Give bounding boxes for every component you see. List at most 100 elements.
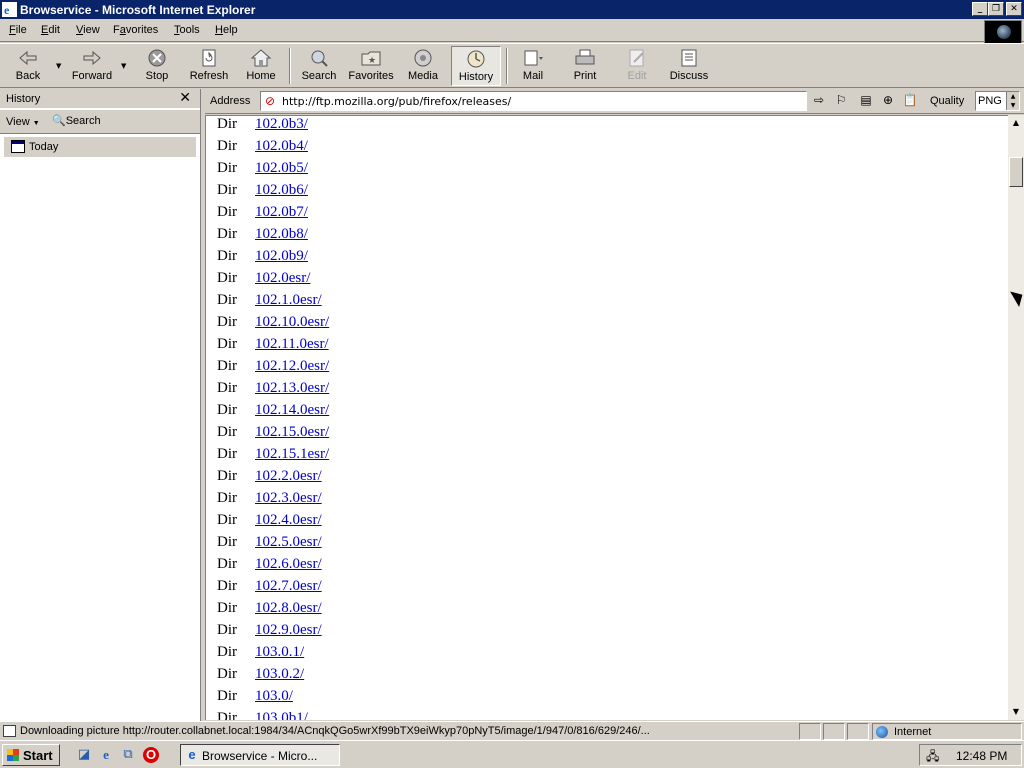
dir-link[interactable]: 102.11.0esr/ (255, 336, 329, 353)
dir-link[interactable]: 102.9.0esr/ (255, 622, 322, 639)
clipboard-icon[interactable]: 📋 (902, 93, 918, 109)
internet-globe-icon (876, 726, 888, 738)
favorites-button[interactable]: ★ Favorites (346, 46, 396, 86)
dir-link[interactable]: 102.13.0esr/ (255, 380, 329, 397)
scroll-up-icon[interactable]: ▲ (1008, 115, 1024, 131)
dir-link[interactable]: 102.4.0esr/ (255, 512, 322, 529)
dir-link[interactable]: 102.6.0esr/ (255, 556, 322, 573)
back-button[interactable]: Back (8, 46, 48, 86)
dir-link[interactable]: 102.0b5/ (255, 160, 308, 177)
menu-view[interactable]: View (76, 24, 100, 36)
dir-link[interactable]: 103.0b1/ (255, 710, 308, 720)
menu-favorites[interactable]: Favorites (113, 24, 158, 36)
dir-link[interactable]: 102.0esr/ (255, 270, 310, 287)
mail-label: Mail (522, 70, 544, 82)
page-content: Dir 102.0b3/ Dir 102.0b4/ Dir 102.0b5/ Dir 1… (205, 115, 1008, 720)
search-button[interactable]: Search (299, 46, 339, 86)
quality-spinner-icon[interactable]: ▲ ▼ (1006, 92, 1019, 110)
menu-file[interactable]: File (9, 24, 27, 36)
dir-link[interactable]: 102.0b8/ (255, 226, 308, 243)
media-button[interactable]: Media (405, 46, 441, 86)
show-desktop-icon[interactable]: ◪ (76, 747, 92, 763)
entry-type: Dir (217, 292, 237, 308)
dir-link[interactable]: 102.0b7/ (255, 204, 308, 221)
start-button[interactable]: Start (2, 744, 60, 766)
forward-button[interactable]: Forward (68, 46, 116, 86)
taskbar-item-browservice[interactable]: e Browservice - Micro... (180, 744, 340, 766)
menu-help[interactable]: Help (215, 24, 238, 36)
find-binoculars-icon[interactable]: ⊕ (880, 93, 896, 109)
history-search-button[interactable]: 🔍Search (52, 114, 101, 127)
mail-icon (524, 50, 543, 66)
dir-link[interactable]: 102.0b4/ (255, 138, 308, 155)
quality-select[interactable]: PNG ▲ ▼ (975, 91, 1020, 111)
vertical-scrollbar[interactable]: ▲ ▼ (1008, 115, 1024, 720)
taskbar: Start ◪ e ⧉ O e Browservice - Micro... 🖧… (0, 740, 1024, 768)
search-icon: 🔍 (52, 114, 66, 127)
entry-type: Dir (217, 710, 237, 720)
close-button[interactable]: ✕ (1006, 2, 1022, 16)
dir-link[interactable]: 102.12.0esr/ (255, 358, 329, 375)
history-item-today[interactable]: Today (4, 137, 196, 157)
entry-type: Dir (217, 600, 237, 616)
restore-button[interactable]: ❐ (988, 2, 1004, 16)
address-label: Address (210, 95, 251, 107)
entry-type: Dir (217, 534, 237, 550)
minimize-button[interactable]: _ (972, 2, 988, 16)
history-view-menu[interactable]: View ▼ (6, 116, 40, 128)
address-input[interactable]: ⊘ http://ftp.mozilla.org/pub/firefox/rel… (260, 91, 807, 111)
status-panel (799, 723, 821, 740)
dir-link[interactable]: 102.0b9/ (255, 248, 308, 265)
discuss-button[interactable]: Discuss (668, 46, 710, 86)
dir-link[interactable]: 102.3.0esr/ (255, 490, 322, 507)
dir-link[interactable]: 103.0.1/ (255, 644, 304, 661)
dir-link[interactable]: 102.15.0esr/ (255, 424, 329, 441)
dir-link[interactable]: 102.14.0esr/ (255, 402, 329, 419)
dir-link[interactable]: 102.10.0esr/ (255, 314, 329, 331)
dir-link[interactable]: 103.0.2/ (255, 666, 304, 683)
stop-icon (148, 49, 166, 67)
dir-link[interactable]: 102.2.0esr/ (255, 468, 322, 485)
home-button[interactable]: Home (243, 46, 279, 86)
scrollbar-thumb[interactable] (1009, 157, 1023, 187)
tray-network-icon[interactable]: 🖧 (926, 747, 942, 763)
stop-button[interactable]: Stop (140, 46, 174, 86)
dir-link[interactable]: 102.5.0esr/ (255, 534, 322, 551)
scroll-down-icon[interactable]: ▼ (1008, 704, 1024, 720)
go-arrow-icon[interactable]: ⇨ (811, 93, 827, 109)
printer-icon (575, 49, 595, 65)
refresh-label: Refresh (189, 70, 229, 82)
back-arrow-icon (19, 50, 37, 66)
dir-link[interactable]: 102.0b6/ (255, 182, 308, 199)
history-button[interactable]: History (451, 46, 501, 86)
refresh-button[interactable]: Refresh (187, 46, 231, 86)
stop-label: Stop (145, 70, 169, 82)
opera-icon[interactable]: O (143, 747, 159, 763)
entry-type: Dir (217, 578, 237, 594)
dir-link[interactable]: 102.8.0esr/ (255, 600, 322, 617)
home-label: Home (246, 70, 276, 82)
dir-link[interactable]: 102.15.1esr/ (255, 446, 329, 463)
bookmark-icon[interactable]: ⚐ (833, 93, 849, 109)
menu-edit[interactable]: Edit (41, 24, 60, 36)
ie-quicklaunch-icon[interactable]: e (98, 747, 114, 763)
address-url[interactable]: http://ftp.mozilla.org/pub/firefox/relea… (282, 95, 511, 108)
dir-link[interactable]: 102.1.0esr/ (255, 292, 322, 309)
back-dropdown-icon[interactable]: ▼ (56, 62, 61, 70)
svg-text:★: ★ (368, 55, 376, 65)
print-button[interactable]: Print (568, 46, 602, 86)
network-icon[interactable]: ⧉ (120, 747, 136, 763)
mail-button[interactable]: Mail (515, 46, 551, 86)
status-bar: Downloading picture http://router.collab… (0, 721, 1024, 740)
dir-link[interactable]: 102.0b3/ (255, 116, 308, 133)
dir-link[interactable]: 103.0/ (255, 688, 293, 705)
forward-dropdown-icon[interactable]: ▼ (121, 62, 126, 70)
edit-button[interactable]: Edit (620, 46, 654, 86)
menu-tools[interactable]: Tools (174, 24, 200, 36)
page-info-icon[interactable]: ▤ (858, 93, 874, 109)
address-bar: Address ⊘ http://ftp.mozilla.org/pub/fir… (205, 89, 1024, 114)
dir-link[interactable]: 102.7.0esr/ (255, 578, 322, 595)
history-pane-title: History (6, 93, 41, 105)
entry-type: Dir (217, 380, 237, 396)
close-icon[interactable]: ✕ (179, 90, 191, 106)
